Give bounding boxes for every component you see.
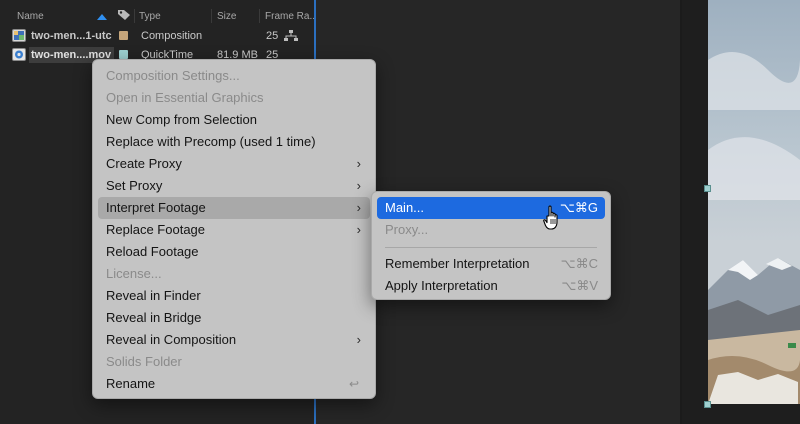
submenu-item-main[interactable]: Main... ⌥⌘G xyxy=(377,197,605,219)
menu-item-label: Open in Essential Graphics xyxy=(106,90,264,105)
menu-item-label: Set Proxy xyxy=(106,178,163,193)
menu-item-label: New Comp from Selection xyxy=(106,112,257,127)
menu-item-label: Main... xyxy=(385,200,425,215)
project-item-row[interactable]: two-men...1-utc Composition 25 xyxy=(0,27,314,45)
keyboard-shortcut: ⌥⌘G xyxy=(559,200,598,215)
menu-item-label: License... xyxy=(106,266,162,281)
menu-item-label: Replace Footage xyxy=(106,222,206,237)
menu-item-create-proxy[interactable]: Create Proxy › xyxy=(93,153,375,175)
menu-item-label: Replace with Precomp (used 1 time) xyxy=(106,134,316,149)
label-color-swatch[interactable] xyxy=(119,50,128,59)
item-name: two-men...1-utc xyxy=(31,30,112,42)
column-divider[interactable] xyxy=(259,9,260,23)
composition-icon xyxy=(12,29,26,42)
menu-item-label: Reveal in Composition xyxy=(106,332,237,347)
menu-item-rename[interactable]: Rename ↩ xyxy=(93,373,375,395)
transform-handle[interactable] xyxy=(704,401,711,408)
menu-item-composition-settings: Composition Settings... xyxy=(93,65,375,87)
column-divider[interactable] xyxy=(134,9,135,23)
menu-item-label: Reveal in Bridge xyxy=(106,310,202,325)
chevron-right-icon: › xyxy=(356,222,361,237)
menu-item-label: Remember Interpretation xyxy=(385,256,530,271)
column-frame-rate[interactable]: Frame Ra... xyxy=(265,11,318,22)
return-key-icon: ↩ xyxy=(348,377,359,391)
sort-ascending-icon[interactable] xyxy=(97,14,107,20)
chevron-right-icon: › xyxy=(356,332,361,347)
menu-item-license: License... xyxy=(93,263,375,285)
menu-item-set-proxy[interactable]: Set Proxy › xyxy=(93,175,375,197)
menu-item-label: Create Proxy xyxy=(106,156,182,171)
menu-separator xyxy=(385,247,597,248)
column-size[interactable]: Size xyxy=(217,11,236,22)
column-divider[interactable] xyxy=(211,9,212,23)
menu-item-new-comp-from-selection[interactable]: New Comp from Selection xyxy=(93,109,375,131)
chevron-right-icon: › xyxy=(356,178,361,193)
column-type[interactable]: Type xyxy=(139,11,161,22)
menu-item-replace-with-precomp[interactable]: Replace with Precomp (used 1 time) xyxy=(93,131,375,153)
menu-item-label: Reveal in Finder xyxy=(106,288,201,303)
menu-item-reveal-in-bridge[interactable]: Reveal in Bridge xyxy=(93,307,375,329)
keyboard-shortcut: ⌥⌘V xyxy=(561,278,598,293)
menu-item-reload-footage[interactable]: Reload Footage xyxy=(93,241,375,263)
chevron-right-icon: › xyxy=(356,156,361,171)
menu-item-reveal-in-composition[interactable]: Reveal in Composition › xyxy=(93,329,375,351)
interpret-footage-submenu: Main... ⌥⌘G Proxy... Remember Interpreta… xyxy=(371,191,611,300)
menu-item-interpret-footage[interactable]: Interpret Footage › xyxy=(98,197,370,219)
menu-item-open-in-essential-graphics: Open in Essential Graphics xyxy=(93,87,375,109)
item-frame-rate: 25 xyxy=(266,30,279,42)
pointing-hand-cursor-icon xyxy=(543,205,563,231)
label-color-swatch[interactable] xyxy=(119,31,128,40)
column-name[interactable]: Name xyxy=(17,11,44,22)
column-header: Name Type Size Frame Ra... xyxy=(0,5,318,27)
menu-item-label: Reload Footage xyxy=(106,244,199,259)
menu-item-label: Proxy... xyxy=(385,222,429,237)
composition-preview-image[interactable] xyxy=(708,0,800,404)
chevron-right-icon: › xyxy=(356,200,361,215)
flowchart-icon[interactable] xyxy=(284,30,298,42)
menu-item-reveal-in-finder[interactable]: Reveal in Finder xyxy=(93,285,375,307)
keyboard-shortcut: ⌥⌘C xyxy=(560,256,598,271)
quicktime-icon xyxy=(12,48,26,61)
transform-handle[interactable] xyxy=(704,185,711,192)
menu-item-label: Apply Interpretation xyxy=(385,278,498,293)
context-menu: Composition Settings... Open in Essentia… xyxy=(92,59,376,399)
submenu-item-proxy: Proxy... xyxy=(372,219,610,241)
submenu-item-remember-interpretation[interactable]: Remember Interpretation ⌥⌘C xyxy=(372,253,610,275)
submenu-item-apply-interpretation[interactable]: Apply Interpretation ⌥⌘V xyxy=(372,275,610,297)
label-tag-icon[interactable] xyxy=(117,8,131,22)
menu-item-label: Rename xyxy=(106,376,156,391)
menu-item-solids-folder: Solids Folder xyxy=(93,351,375,373)
menu-item-replace-footage[interactable]: Replace Footage › xyxy=(93,219,375,241)
menu-item-label: Solids Folder xyxy=(106,354,182,369)
item-type: Composition xyxy=(141,30,203,42)
menu-item-label: Interpret Footage xyxy=(106,200,206,215)
menu-item-label: Composition Settings... xyxy=(106,68,240,83)
